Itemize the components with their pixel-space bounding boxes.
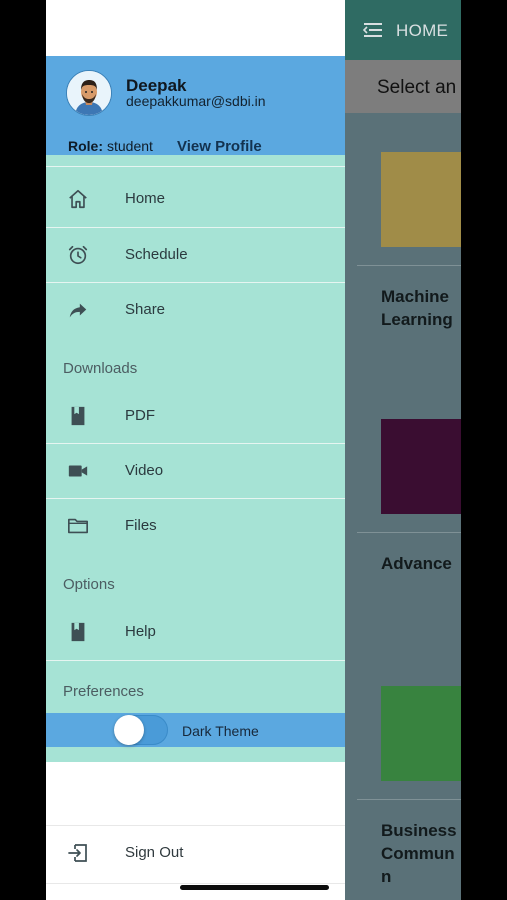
divider	[46, 660, 345, 661]
app-header: HOME	[345, 0, 461, 60]
course-list: Machine Learning Advance Business Commun…	[345, 113, 461, 900]
folder-icon	[68, 518, 88, 534]
divider	[357, 532, 461, 533]
course-thumbnail[interactable]	[381, 419, 461, 514]
toggle-knob	[114, 715, 144, 745]
user-email: deepakkumar@sdbi.in	[126, 93, 266, 109]
sign-out-button[interactable]: Sign Out	[46, 826, 345, 881]
menu-item-label: Share	[125, 301, 166, 318]
view-profile-link[interactable]: View Profile	[177, 138, 262, 155]
menu-item-label: Files	[125, 517, 157, 534]
menu-item-schedule[interactable]: Schedule	[46, 227, 345, 282]
menu-item-label: Home	[125, 190, 166, 207]
drawer-menu: Home Schedule Share Downloads PDF Video …	[46, 155, 345, 762]
course-thumbnail[interactable]	[381, 686, 461, 781]
menu-item-pdf[interactable]: PDF	[46, 388, 345, 443]
role-label: Role:	[68, 138, 103, 154]
dark-theme-row: Dark Theme	[46, 713, 345, 747]
header-title: HOME	[396, 21, 449, 40]
home-indicator[interactable]	[180, 885, 329, 890]
menu-item-files[interactable]: Files	[46, 498, 345, 553]
divider	[357, 265, 461, 266]
menu-item-help[interactable]: Help	[46, 604, 345, 659]
book-icon	[71, 406, 85, 426]
video-camera-icon	[68, 465, 88, 477]
course-title[interactable]: Advance	[381, 552, 452, 575]
menu-icon[interactable]	[363, 22, 383, 38]
menu-item-home[interactable]: Home	[46, 171, 345, 226]
role-value: student	[107, 138, 153, 154]
course-title[interactable]: Machine Learning	[381, 285, 453, 331]
course-thumbnail[interactable]	[381, 152, 461, 247]
menu-item-share[interactable]: Share	[46, 282, 345, 337]
course-select-bar[interactable]: Select an	[345, 60, 461, 113]
course-title[interactable]: Business Commun n	[381, 819, 457, 888]
alarm-clock-icon	[68, 245, 88, 265]
section-header-options: Options	[63, 576, 115, 593]
divider	[46, 166, 345, 167]
avatar-icon	[67, 71, 111, 115]
menu-item-label: Schedule	[125, 246, 188, 263]
menu-item-label: PDF	[125, 407, 155, 424]
book-icon	[71, 622, 85, 642]
menu-item-label: Video	[125, 462, 164, 479]
divider	[46, 883, 345, 884]
home-icon	[69, 189, 87, 209]
share-arrow-icon	[69, 303, 87, 318]
profile-header: Deepak deepakkumar@sdbi.in Role: student…	[46, 56, 345, 155]
phone-screen: HOME Select an Machine Learning Advance …	[46, 0, 461, 900]
sign-out-label: Sign Out	[125, 844, 184, 861]
menu-item-label: Help	[125, 623, 156, 640]
divider	[357, 799, 461, 800]
navigation-drawer: Deepak deepakkumar@sdbi.in Role: student…	[46, 0, 345, 900]
section-header-downloads: Downloads	[63, 360, 138, 377]
course-select-text: Select an	[377, 77, 457, 98]
dark-theme-label: Dark Theme	[182, 723, 259, 739]
avatar[interactable]	[66, 70, 112, 116]
section-header-preferences: Preferences	[63, 683, 144, 700]
menu-item-video[interactable]: Video	[46, 443, 345, 498]
sign-out-icon	[68, 844, 87, 862]
dark-theme-toggle[interactable]	[114, 715, 168, 745]
